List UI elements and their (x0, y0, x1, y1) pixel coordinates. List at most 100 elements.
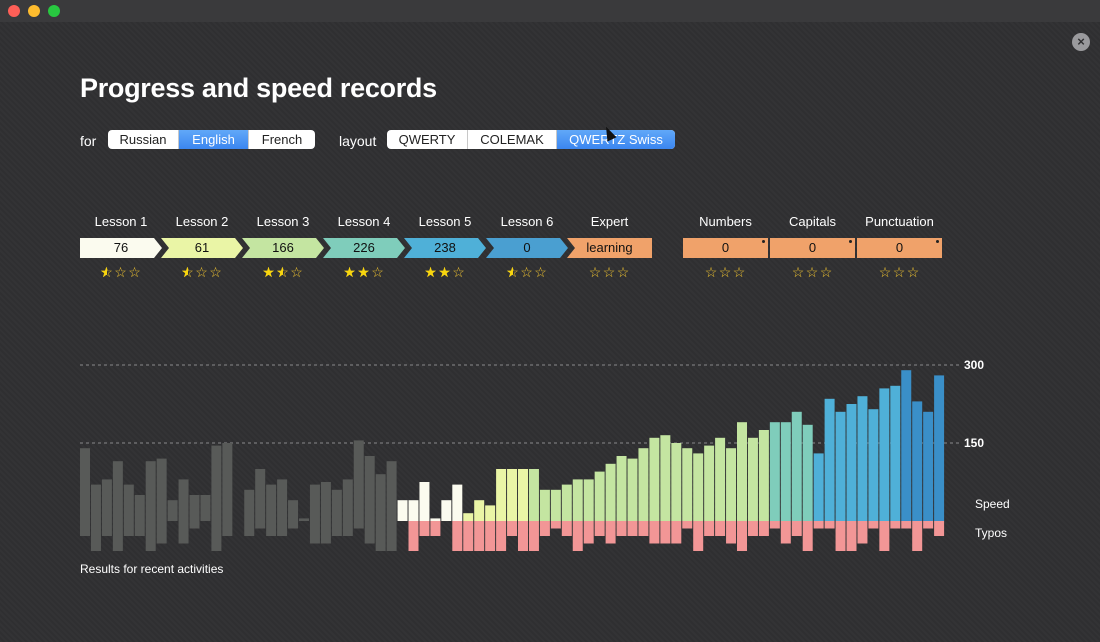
speed-bar[interactable] (200, 495, 211, 521)
typos-bar[interactable] (780, 521, 791, 544)
typos-bar[interactable] (605, 521, 616, 544)
speed-bar[interactable] (277, 479, 288, 521)
speed-bar[interactable] (123, 484, 134, 521)
typos-bar[interactable] (211, 521, 222, 551)
speed-bar[interactable] (90, 484, 101, 521)
speed-bar[interactable] (528, 469, 539, 521)
speed-bar[interactable] (726, 448, 737, 521)
typos-bar[interactable] (156, 521, 167, 544)
typos-bar[interactable] (715, 521, 726, 536)
typos-bar[interactable] (539, 521, 550, 536)
speed-bar[interactable] (737, 422, 747, 521)
typos-bar[interactable] (747, 521, 758, 536)
speed-bar[interactable] (266, 484, 277, 521)
typos-bar[interactable] (222, 521, 233, 536)
speed-bar[interactable] (342, 479, 353, 521)
typos-bar[interactable] (375, 521, 386, 551)
typos-bar[interactable] (802, 521, 813, 551)
typos-bar[interactable] (912, 521, 923, 551)
speed-bar[interactable] (649, 437, 660, 521)
speed-bar[interactable] (452, 484, 463, 521)
typos-bar[interactable] (868, 521, 879, 529)
typos-bar[interactable] (80, 521, 90, 536)
speed-bar[interactable] (901, 370, 912, 521)
typos-bar[interactable] (857, 521, 868, 544)
speed-bar[interactable] (769, 422, 780, 521)
typos-bar[interactable] (737, 521, 747, 551)
typos-bar[interactable] (244, 521, 255, 536)
typos-bar[interactable] (353, 521, 364, 529)
speed-bar[interactable] (320, 482, 331, 521)
typos-bar[interactable] (145, 521, 156, 551)
speed-bar[interactable] (167, 500, 178, 521)
typos-bar[interactable] (890, 521, 901, 529)
typos-bar[interactable] (507, 521, 518, 536)
speed-bar[interactable] (145, 461, 156, 521)
typos-bar[interactable] (813, 521, 824, 529)
speed-bar[interactable] (550, 489, 561, 521)
typos-bar[interactable] (528, 521, 539, 551)
speed-bar[interactable] (80, 448, 90, 521)
typos-bar[interactable] (561, 521, 572, 536)
speed-bar[interactable] (660, 435, 671, 521)
speed-bar[interactable] (616, 456, 627, 521)
typos-bar[interactable] (616, 521, 627, 536)
speed-bar[interactable] (419, 482, 430, 521)
typos-bar[interactable] (452, 521, 463, 551)
typos-bar[interactable] (550, 521, 561, 529)
typos-bar[interactable] (594, 521, 605, 536)
typos-bar[interactable] (835, 521, 846, 551)
speed-bar[interactable] (397, 500, 408, 521)
typos-bar[interactable] (638, 521, 649, 536)
typos-bar[interactable] (101, 521, 112, 536)
typos-bar[interactable] (288, 521, 299, 529)
speed-bar[interactable] (857, 396, 868, 521)
typos-bar[interactable] (309, 521, 320, 544)
speed-bar[interactable] (835, 411, 846, 521)
speed-bar[interactable] (879, 388, 890, 521)
typos-bar[interactable] (408, 521, 419, 551)
speed-bar[interactable] (594, 471, 605, 521)
typos-bar[interactable] (791, 521, 802, 536)
typos-bar[interactable] (112, 521, 123, 551)
typos-bar[interactable] (364, 521, 375, 544)
speed-bar[interactable] (627, 458, 638, 521)
speed-bar[interactable] (386, 461, 397, 521)
speed-bar[interactable] (824, 398, 835, 521)
typos-bar[interactable] (496, 521, 507, 551)
speed-bar[interactable] (364, 456, 375, 521)
speed-bar[interactable] (353, 440, 364, 521)
typos-bar[interactable] (649, 521, 660, 544)
typos-bar[interactable] (660, 521, 671, 544)
speed-bar[interactable] (189, 495, 200, 521)
speed-bar[interactable] (912, 401, 923, 521)
speed-bar[interactable] (211, 445, 222, 521)
speed-bar[interactable] (518, 469, 528, 521)
speed-bar[interactable] (758, 430, 769, 521)
typos-bar[interactable] (474, 521, 485, 551)
speed-bar[interactable] (682, 448, 693, 521)
speed-bar[interactable] (813, 453, 824, 521)
typos-bar[interactable] (255, 521, 266, 529)
typos-bar[interactable] (901, 521, 912, 529)
typos-bar[interactable] (583, 521, 594, 544)
typos-bar[interactable] (879, 521, 890, 551)
speed-bar[interactable] (255, 469, 266, 521)
typos-bar[interactable] (386, 521, 397, 551)
typos-bar[interactable] (758, 521, 769, 536)
typos-bar[interactable] (430, 521, 441, 536)
typos-bar[interactable] (704, 521, 715, 536)
speed-bar[interactable] (868, 409, 879, 521)
speed-bar[interactable] (474, 500, 485, 521)
typos-bar[interactable] (485, 521, 496, 551)
typos-bar[interactable] (189, 521, 200, 529)
speed-bar[interactable] (134, 495, 145, 521)
speed-bar[interactable] (704, 445, 715, 521)
speed-bar[interactable] (112, 461, 123, 521)
speed-bar[interactable] (101, 479, 112, 521)
speed-bar[interactable] (747, 437, 758, 521)
speed-bar[interactable] (299, 518, 309, 521)
typos-bar[interactable] (769, 521, 780, 529)
speed-bar[interactable] (288, 500, 299, 521)
speed-bar[interactable] (934, 375, 945, 521)
